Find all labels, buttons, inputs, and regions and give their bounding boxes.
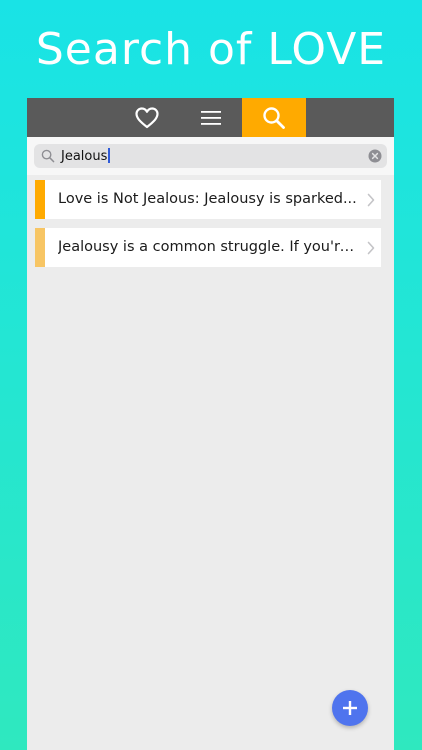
tab-favorites[interactable] <box>123 98 171 137</box>
top-tab-bar <box>27 98 394 137</box>
plus-icon <box>343 701 357 715</box>
text-caret <box>108 148 111 163</box>
add-button[interactable] <box>332 690 368 726</box>
search-icon <box>263 106 285 129</box>
result-accent-bar <box>35 180 45 219</box>
search-bar[interactable]: Jealous <box>34 144 387 168</box>
heart-icon <box>135 106 159 128</box>
clear-search-icon[interactable] <box>368 149 382 163</box>
result-item[interactable]: Jealousy is a common struggle. If you're… <box>35 228 381 267</box>
result-text: Love is Not Jealous: Jealousy is sparked… <box>58 191 357 207</box>
result-accent-bar <box>35 228 45 267</box>
search-query-text: Jealous <box>61 149 108 164</box>
tab-search[interactable] <box>242 98 306 137</box>
chevron-right-icon <box>367 241 375 255</box>
search-input[interactable]: Jealous <box>61 148 111 165</box>
app-screen: Jealous Love is Not Jealous: Jealousy is… <box>27 98 394 750</box>
menu-icon <box>201 110 221 125</box>
search-results-list: Love is Not Jealous: Jealousy is sparked… <box>35 180 381 276</box>
result-item[interactable]: Love is Not Jealous: Jealousy is sparked… <box>35 180 381 219</box>
tab-menu[interactable] <box>187 98 235 137</box>
magnifier-icon <box>41 149 55 163</box>
promo-title: Search of LOVE <box>35 24 387 75</box>
result-text: Jealousy is a common struggle. If you're… <box>58 239 358 255</box>
chevron-right-icon <box>367 193 375 207</box>
search-bar-container: Jealous <box>27 137 394 175</box>
